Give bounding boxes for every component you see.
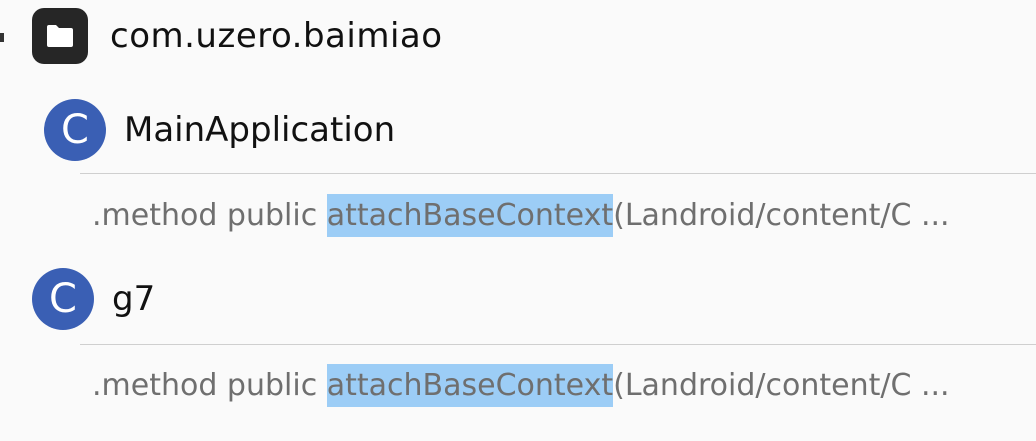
folder-icon	[32, 8, 88, 64]
method-suffix: (Landroid/content/C ...	[613, 197, 950, 233]
package-name: com.uzero.baimiao	[110, 16, 443, 56]
class-icon: C	[44, 99, 106, 161]
class-name: g7	[112, 279, 156, 319]
tree-expander-marker	[0, 33, 4, 42]
method-match-line[interactable]: .method public attachBaseContext (Landroi…	[92, 191, 950, 239]
search-match-highlight: attachBaseContext	[326, 193, 614, 237]
divider	[80, 344, 1036, 345]
class-icon: C	[32, 268, 94, 330]
method-prefix: .method public	[92, 367, 327, 403]
method-prefix: .method public	[92, 197, 327, 233]
search-results-panel: com.uzero.baimiao C MainApplication .met…	[0, 0, 1036, 441]
search-match-highlight: attachBaseContext	[326, 363, 614, 407]
class-row-mainapplication[interactable]: C MainApplication	[44, 99, 395, 161]
package-row[interactable]: com.uzero.baimiao	[32, 8, 443, 64]
class-name: MainApplication	[124, 110, 396, 150]
method-match-line[interactable]: .method public attachBaseContext (Landroi…	[92, 361, 950, 409]
divider	[80, 173, 1036, 174]
class-row-g7[interactable]: C g7	[32, 268, 155, 330]
method-suffix: (Landroid/content/C ...	[613, 367, 950, 403]
